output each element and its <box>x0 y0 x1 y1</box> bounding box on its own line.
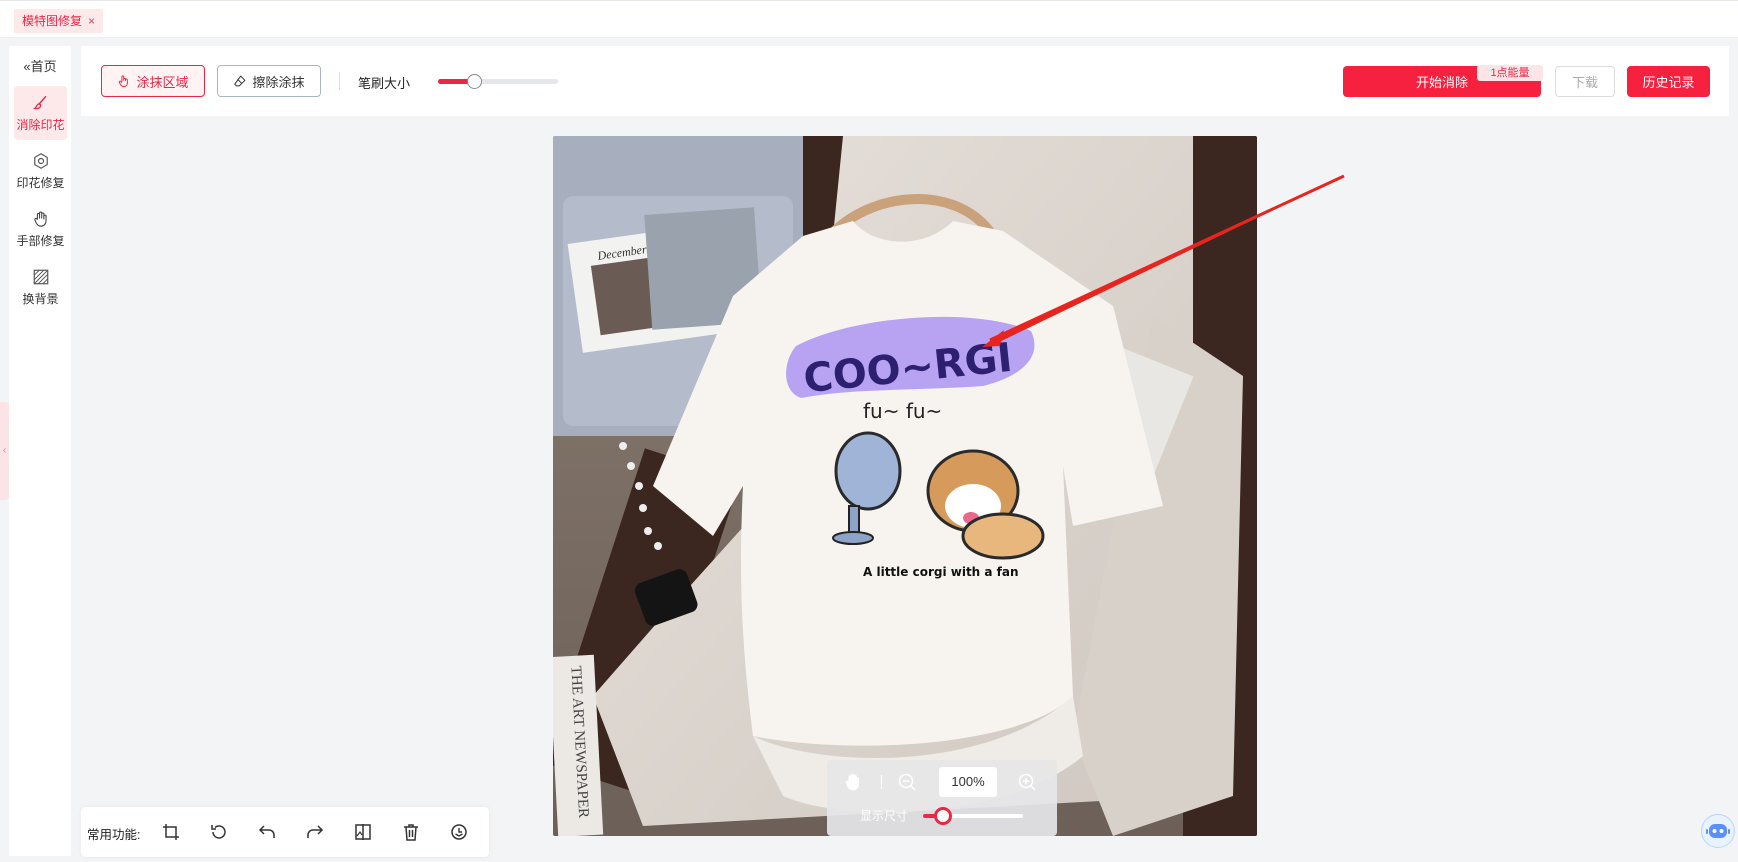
smear-area-label: 涂抹区域 <box>136 74 189 90</box>
print-caption: A little corgi with a fan <box>863 565 1019 579</box>
download-label: 下载 <box>1571 75 1598 90</box>
zoom-panel: 100% 显示尺寸 <box>827 760 1057 836</box>
sidebar-item-hand-repair[interactable]: 手部修复 <box>14 202 67 256</box>
editing-canvas[interactable]: December THE ART NEWSPAPER COO~RGI fu~ f… <box>553 136 1257 836</box>
sidebar-collapse-handle[interactable]: ‹ <box>0 402 9 500</box>
tshirt-photo: December THE ART NEWSPAPER COO~RGI fu~ f… <box>553 136 1257 836</box>
smear-area-button[interactable]: 涂抹区域 <box>101 65 205 97</box>
delete-icon[interactable] <box>401 822 421 842</box>
print-text-mid: fu~ fu~ <box>863 399 942 423</box>
brush-size-thumb[interactable] <box>467 74 482 89</box>
double-chevron-left-icon: « <box>23 59 31 74</box>
sidebar-item-label: 印花修复 <box>16 176 65 190</box>
zoom-level-value[interactable]: 100% <box>939 767 997 797</box>
zoom-in-icon[interactable] <box>1017 772 1037 792</box>
hand-icon <box>33 211 47 227</box>
tab-bar: 模特图修复 × <box>0 0 1738 38</box>
tab-model-image-repair[interactable]: 模特图修复 × <box>14 9 104 33</box>
compare-icon[interactable] <box>353 822 373 842</box>
undo-icon[interactable] <box>257 822 277 842</box>
toolbar-divider <box>339 72 340 90</box>
history-label: 历史记录 <box>1642 75 1695 90</box>
history-button[interactable]: 历史记录 <box>1627 66 1710 97</box>
toolbar: 涂抹区域 擦除涂抹 笔刷大小 开始消除 1点能量 下载 历史记录 <box>81 46 1729 116</box>
common-functions-bar: 常用功能: <box>81 807 489 857</box>
display-size-label: 显示尺寸 <box>860 809 909 823</box>
rotate-icon[interactable] <box>209 822 229 842</box>
sidebar-item-label: 换背景 <box>22 292 59 306</box>
sidebar-item-label: 消除印花 <box>16 118 65 132</box>
hand-pointer-icon <box>119 75 129 88</box>
home-label: 首页 <box>30 59 57 74</box>
reset-icon[interactable] <box>449 822 469 842</box>
home-link[interactable]: «首页 <box>9 56 71 75</box>
display-size-thumb[interactable] <box>934 807 952 825</box>
sidebar-item-remove-print[interactable]: 消除印花 <box>14 86 67 140</box>
zoom-out-icon[interactable] <box>897 772 917 792</box>
common-functions-label: 常用功能: <box>87 828 141 842</box>
sidebar: «首页 消除印花 印花修复 手部修复 换背景 <box>9 46 71 856</box>
brush-size-slider[interactable] <box>438 74 558 89</box>
sidebar-item-print-repair[interactable]: 印花修复 <box>14 144 67 198</box>
zoom-divider <box>881 775 882 789</box>
close-icon[interactable]: × <box>88 9 95 33</box>
sidebar-item-label: 手部修复 <box>16 234 65 248</box>
crop-icon[interactable] <box>161 822 181 842</box>
brush-icon <box>32 95 46 110</box>
redo-icon[interactable] <box>305 822 325 842</box>
erase-smear-label: 擦除涂抹 <box>252 74 305 90</box>
background-icon <box>33 269 48 285</box>
brush-size-label: 笔刷大小 <box>358 76 411 91</box>
download-button[interactable]: 下载 <box>1555 66 1615 97</box>
erase-smear-button[interactable]: 擦除涂抹 <box>217 65 321 97</box>
pan-hand-icon[interactable] <box>843 772 863 792</box>
gear-icon <box>33 153 48 169</box>
tab-label: 模特图修复 <box>22 14 83 28</box>
energy-cost-badge: 1点能量 <box>1477 65 1543 81</box>
display-size-slider[interactable] <box>923 807 1023 825</box>
assistant-button[interactable] <box>1701 814 1735 848</box>
robot-icon <box>1706 824 1730 838</box>
start-erase-label: 开始消除 <box>1415 75 1468 90</box>
sidebar-item-change-background[interactable]: 换背景 <box>14 260 67 314</box>
eraser-icon <box>234 75 246 87</box>
